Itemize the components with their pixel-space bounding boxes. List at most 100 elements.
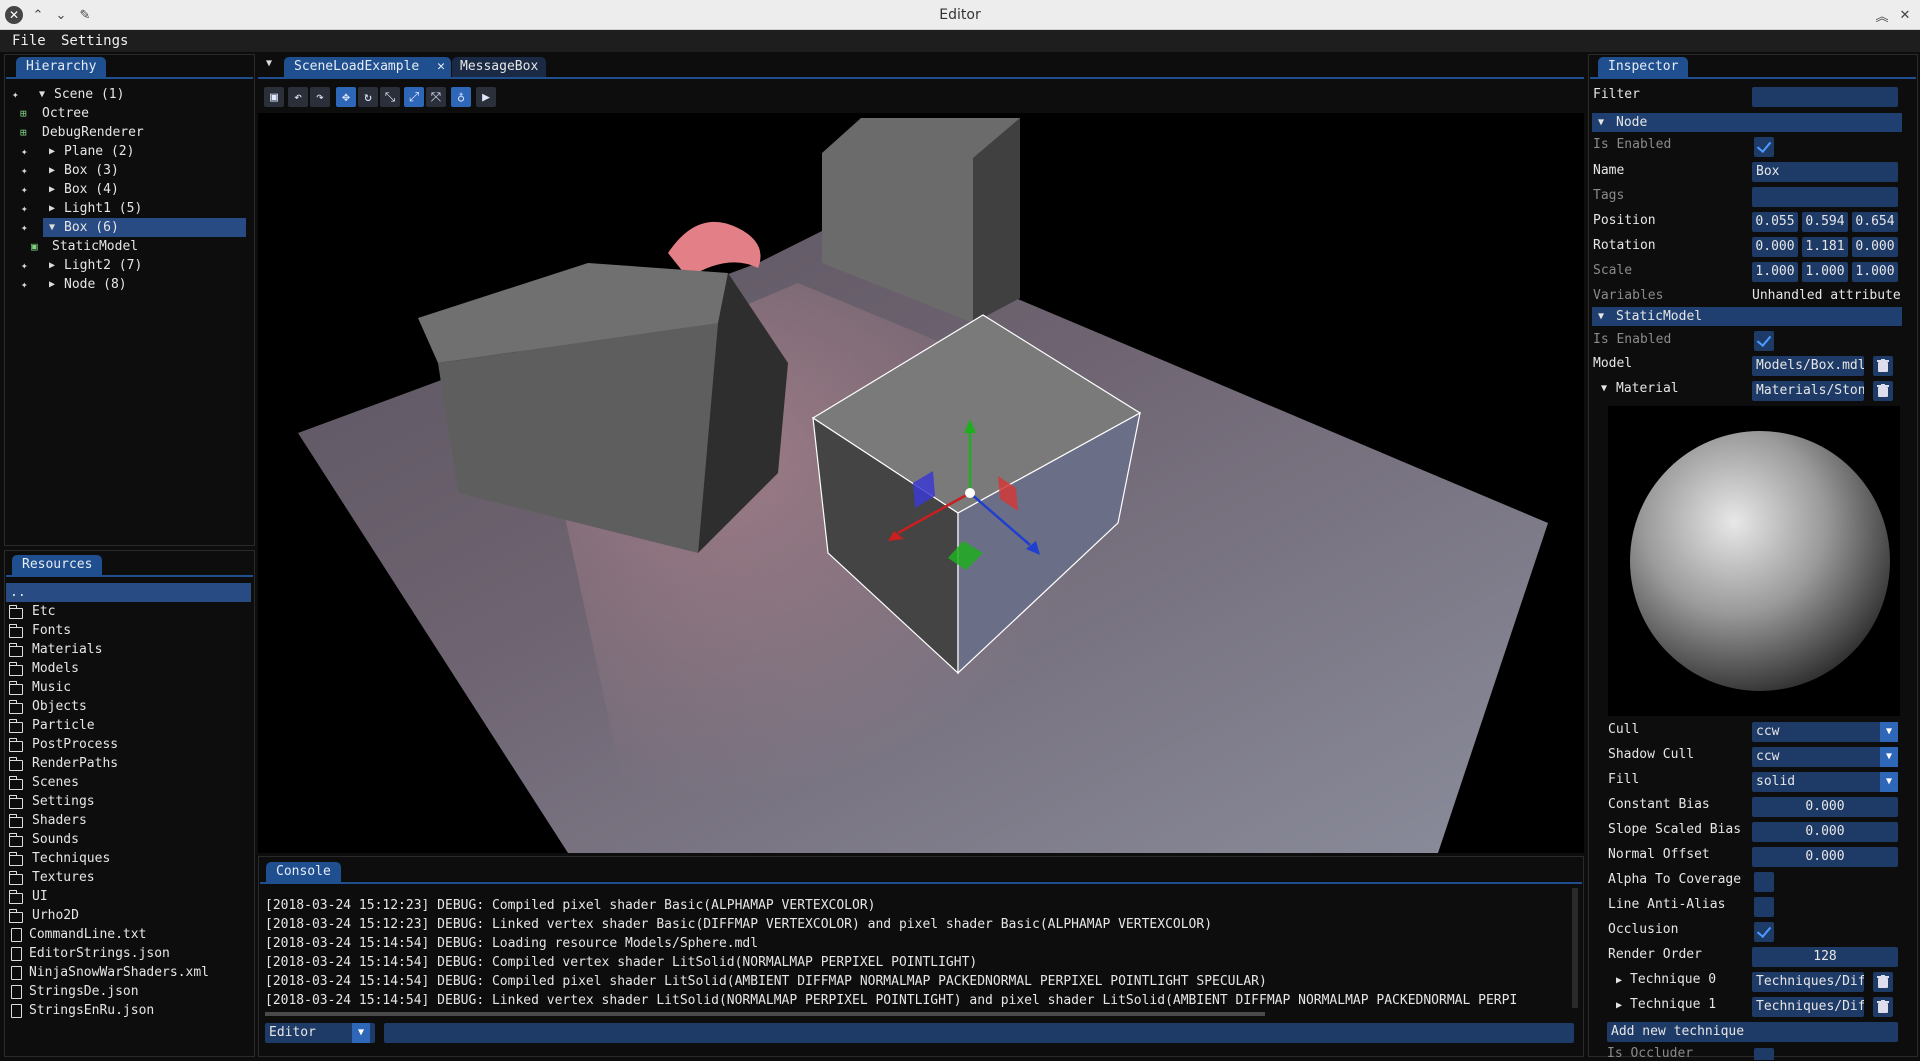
tab-console[interactable]: Console: [266, 862, 341, 882]
resource-file[interactable]: NinjaSnowWarShaders.xml: [29, 963, 209, 982]
tree-item-box-3[interactable]: Box (3): [64, 161, 119, 180]
restore-button[interactable]: ︽: [1873, 6, 1891, 25]
expand-right-icon[interactable]: ▶: [1616, 1000, 1622, 1011]
save-button[interactable]: ▣: [264, 87, 284, 107]
rotation-x-input[interactable]: 0.000: [1752, 237, 1798, 257]
line-aa-checkbox[interactable]: [1754, 897, 1774, 917]
remove-technique0-button[interactable]: [1873, 972, 1893, 992]
chevron-down-icon[interactable]: ▼: [1880, 772, 1898, 792]
shadow-cull-select[interactable]: ccw: [1752, 747, 1898, 767]
resource-folder[interactable]: Fonts: [32, 621, 71, 640]
expand-right-icon[interactable]: ▶: [49, 142, 55, 161]
resource-folder[interactable]: Textures: [32, 868, 95, 887]
constant-bias-input[interactable]: 0.000: [1752, 797, 1898, 817]
name-input[interactable]: Box: [1752, 162, 1898, 182]
resource-folder[interactable]: Shaders: [32, 811, 87, 830]
scale-z-input[interactable]: 1.000: [1852, 262, 1898, 282]
cull-select[interactable]: ccw: [1752, 722, 1898, 742]
resource-parent-dir[interactable]: ..: [6, 583, 251, 602]
resource-folder[interactable]: Scenes: [32, 773, 79, 792]
world-space-button[interactable]: ⤢: [404, 87, 424, 107]
tab-close-icon[interactable]: ✕: [437, 59, 445, 74]
tree-item-light2[interactable]: Light2 (7): [64, 256, 142, 275]
resource-folder[interactable]: Music: [32, 678, 71, 697]
chevron-down-icon[interactable]: ▼: [352, 1023, 370, 1043]
expand-right-icon[interactable]: ▶: [1616, 975, 1622, 986]
is-occluder-checkbox[interactable]: [1754, 1048, 1774, 1060]
resource-file[interactable]: CommandLine.txt: [29, 925, 146, 944]
console-vscrollbar[interactable]: [1572, 888, 1578, 1008]
tree-item-debugrenderer[interactable]: DebugRenderer: [42, 123, 144, 142]
scale-y-input[interactable]: 1.000: [1802, 262, 1848, 282]
position-y-input[interactable]: 0.594: [1802, 212, 1848, 232]
expand-right-icon[interactable]: ▶: [49, 256, 55, 275]
model-input[interactable]: Models/Box.mdl: [1752, 356, 1864, 376]
technique1-input[interactable]: Techniques/Diff.xml: [1752, 997, 1864, 1017]
resource-file[interactable]: EditorStrings.json: [29, 944, 170, 963]
expand-right-icon[interactable]: ▶: [49, 275, 55, 294]
tab-resources[interactable]: Resources: [12, 555, 103, 575]
tree-item-box-4[interactable]: Box (4): [64, 180, 119, 199]
resource-folder[interactable]: PostProcess: [32, 735, 118, 754]
menu-settings[interactable]: Settings: [61, 33, 128, 49]
tab-messagebox[interactable]: MessageBox: [452, 57, 547, 77]
resource-folder[interactable]: UI: [32, 887, 48, 906]
resource-folder[interactable]: Sounds: [32, 830, 79, 849]
undo-button[interactable]: ↶: [288, 87, 308, 107]
expand-down-icon[interactable]: ▼: [49, 218, 55, 237]
material-preview[interactable]: [1608, 406, 1900, 716]
tree-item-node-8[interactable]: Node (8): [64, 275, 127, 294]
position-z-input[interactable]: 0.654: [1852, 212, 1898, 232]
normal-offset-input[interactable]: 0.000: [1752, 847, 1898, 867]
console-command-input[interactable]: [384, 1023, 1574, 1043]
position-x-input[interactable]: 0.055: [1752, 212, 1798, 232]
sm-enabled-checkbox[interactable]: [1754, 331, 1774, 351]
filter-input[interactable]: [1752, 87, 1898, 107]
chevron-down-icon[interactable]: ▼: [1880, 722, 1898, 742]
menu-file[interactable]: File: [12, 33, 46, 49]
expand-right-icon[interactable]: ▶: [49, 161, 55, 180]
expand-right-icon[interactable]: ▶: [49, 199, 55, 218]
tree-item-scene[interactable]: Scene (1): [54, 85, 124, 104]
material-input[interactable]: Materials/Stone.xml: [1752, 381, 1864, 401]
resource-folder[interactable]: Materials: [32, 640, 102, 659]
expand-down-icon[interactable]: ▼: [39, 85, 45, 104]
resource-folder[interactable]: Techniques: [32, 849, 110, 868]
tab-list-menu-icon[interactable]: ▼: [266, 58, 272, 69]
resource-folder[interactable]: Particle: [32, 716, 95, 735]
remove-technique1-button[interactable]: [1873, 997, 1893, 1017]
tab-inspector[interactable]: Inspector: [1598, 57, 1689, 77]
redo-button[interactable]: ↷: [310, 87, 330, 107]
resource-folder[interactable]: RenderPaths: [32, 754, 118, 773]
resource-file[interactable]: StringsEnRu.json: [29, 1001, 154, 1020]
resource-folder[interactable]: Urho2D: [32, 906, 79, 925]
rotation-z-input[interactable]: 0.000: [1852, 237, 1898, 257]
tab-hierarchy[interactable]: Hierarchy: [16, 57, 107, 77]
add-technique-button[interactable]: Add new technique: [1607, 1022, 1898, 1042]
tree-item-plane[interactable]: Plane (2): [64, 142, 134, 161]
alpha-coverage-checkbox[interactable]: [1754, 872, 1774, 892]
resource-folder[interactable]: Etc: [32, 602, 55, 621]
node-enabled-checkbox[interactable]: [1754, 137, 1774, 157]
move-tool-button[interactable]: ✥: [336, 87, 356, 107]
tree-item-staticmodel[interactable]: StaticModel: [52, 237, 138, 256]
render-order-input[interactable]: 128: [1752, 947, 1898, 967]
play-button[interactable]: ▶: [476, 87, 496, 107]
resource-folder[interactable]: Objects: [32, 697, 87, 716]
clear-model-button[interactable]: [1873, 356, 1893, 376]
scale-tool-button[interactable]: ⤡: [380, 87, 400, 107]
expand-right-icon[interactable]: ▶: [49, 180, 55, 199]
technique0-input[interactable]: Techniques/Diff.xml: [1752, 972, 1864, 992]
slope-bias-input[interactable]: 0.000: [1752, 822, 1898, 842]
chevron-down-icon[interactable]: ▼: [1880, 747, 1898, 767]
gizmo-center[interactable]: [965, 488, 975, 498]
node-section-header[interactable]: ▼ Node: [1592, 113, 1902, 132]
staticmodel-section-header[interactable]: ▼ StaticModel: [1592, 307, 1902, 326]
clear-material-button[interactable]: [1873, 381, 1893, 401]
scene-viewport[interactable]: [258, 113, 1584, 853]
tree-item-light1[interactable]: Light1 (5): [64, 199, 142, 218]
tree-item-octree[interactable]: Octree: [42, 104, 89, 123]
console-hscrollbar[interactable]: [265, 1012, 1265, 1016]
resource-file[interactable]: StringsDe.json: [29, 982, 139, 1001]
occlusion-checkbox[interactable]: [1754, 922, 1774, 942]
